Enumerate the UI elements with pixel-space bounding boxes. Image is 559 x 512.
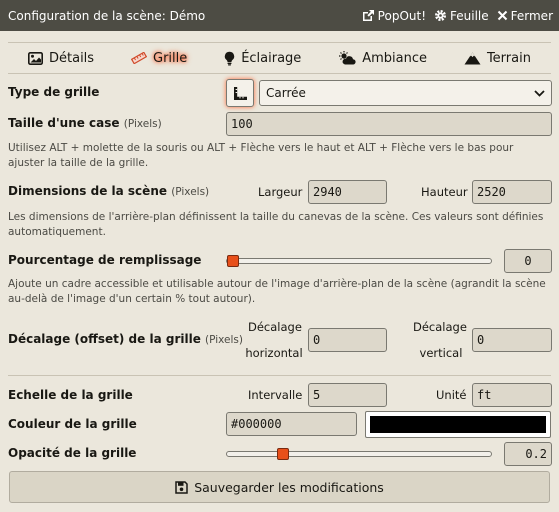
unit-label: Unité xyxy=(436,388,467,402)
close-button[interactable]: Fermer xyxy=(497,9,553,23)
padding-hint: Ajoute un cadre accessible et utilisable… xyxy=(8,278,546,305)
popout-button[interactable]: PopOut! xyxy=(362,9,426,23)
tab-details-label: Détails xyxy=(49,50,95,66)
padding-slider-track[interactable] xyxy=(226,258,492,264)
opacity-value: 0.2 xyxy=(504,442,552,466)
offset-units: (Pixels) xyxy=(205,334,243,346)
save-label: Sauvegarder les modifications xyxy=(194,479,384,495)
offset-v-label-1: Décalage xyxy=(413,320,467,334)
interval-label: Intervalle xyxy=(248,388,303,402)
gear-icon xyxy=(435,10,447,21)
chevron-down-icon xyxy=(534,89,545,97)
mountain-icon xyxy=(464,52,481,64)
ruler-combined-icon xyxy=(233,86,247,100)
ruler-icon xyxy=(131,52,147,64)
offset-h-label-2: horizontal xyxy=(245,346,303,360)
tab-details[interactable]: Détails xyxy=(28,51,94,66)
grid-type-value: Carrée xyxy=(266,86,306,100)
tab-terrain-label: Terrain xyxy=(486,50,531,66)
tab-grid[interactable]: Grille xyxy=(131,51,187,66)
tab-bar: Détails Grille Éclairage Ambiance Terrai… xyxy=(8,42,551,74)
close-label: Fermer xyxy=(510,8,553,23)
offset-x-input[interactable]: 0 xyxy=(308,328,387,352)
opacity-slider-track[interactable] xyxy=(226,451,492,457)
offset-v-label-2: vertical xyxy=(419,346,463,360)
tab-ambience-label: Ambiance xyxy=(362,50,428,66)
grid-color-input[interactable]: #000000 xyxy=(226,412,357,436)
cloud-sun-icon xyxy=(339,51,356,65)
save-button[interactable]: Sauvegarder les modifications xyxy=(9,471,550,503)
height-label: Hauteur xyxy=(421,185,468,199)
close-icon xyxy=(497,10,507,21)
grid-color-label: Couleur de la grille xyxy=(8,417,137,431)
dimensions-units: (Pixels) xyxy=(171,186,210,198)
grid-type-select[interactable]: Carrée xyxy=(259,80,552,106)
offset-h-label-1: Décalage xyxy=(248,320,302,334)
tab-ambience[interactable]: Ambiance xyxy=(338,51,427,66)
measure-grid-button[interactable] xyxy=(226,79,254,107)
interval-input[interactable]: 5 xyxy=(308,383,387,407)
padding-label: Pourcentage de remplissage xyxy=(8,253,202,267)
lightbulb-icon xyxy=(225,51,235,65)
width-input[interactable]: 2940 xyxy=(308,180,387,204)
tab-lighting-label: Éclairage xyxy=(241,50,302,66)
popout-label: PopOut! xyxy=(377,8,427,23)
offset-label-text: Décalage (offset) de la grille xyxy=(8,332,201,346)
scene-config-window: Configuration de la scène: Démo PopOut! … xyxy=(0,0,559,512)
grid-size-input[interactable]: 100 xyxy=(226,112,552,136)
external-link-icon xyxy=(362,10,374,21)
offset-y-input[interactable]: 0 xyxy=(472,328,552,352)
window-header[interactable]: Configuration de la scène: Démo PopOut! … xyxy=(0,0,559,31)
image-icon xyxy=(28,51,43,65)
save-icon xyxy=(175,480,188,494)
tab-lighting[interactable]: Éclairage xyxy=(224,51,301,66)
height-input[interactable]: 2520 xyxy=(472,180,552,204)
padding-value: 0 xyxy=(504,249,552,273)
grid-size-units: (Pixels) xyxy=(123,118,162,130)
tab-grid-label: Grille xyxy=(153,50,188,66)
sheet-button[interactable]: Feuille xyxy=(434,9,489,23)
grid-color-swatch-fill xyxy=(370,416,546,433)
unit-input[interactable]: ft xyxy=(472,383,552,407)
width-label: Largeur xyxy=(258,185,303,199)
section-divider xyxy=(8,375,551,376)
grid-type-label: Type de grille xyxy=(8,85,100,99)
grid-size-hint: Utilisez ALT + molette de la souris ou A… xyxy=(8,142,514,169)
dimensions-label: Dimensions de la scène (Pixels) xyxy=(8,184,209,198)
grid-size-label-text: Taille d'une case xyxy=(8,116,120,130)
dimensions-hint: Les dimensions de l'arrière-plan définis… xyxy=(8,211,544,238)
offset-label: Décalage (offset) de la grille (Pixels) xyxy=(8,332,243,346)
grid-opacity-label: Opacité de la grille xyxy=(8,446,137,460)
padding-slider-thumb[interactable] xyxy=(227,255,239,267)
tab-terrain[interactable]: Terrain xyxy=(464,51,531,66)
grid-size-label: Taille d'une case (Pixels) xyxy=(8,116,162,130)
window-title: Configuration de la scène: Démo xyxy=(8,8,206,23)
grid-scale-label: Echelle de la grille xyxy=(8,388,133,402)
dimensions-label-text: Dimensions de la scène xyxy=(8,184,167,198)
grid-color-swatch[interactable] xyxy=(365,411,551,438)
sheet-label: Feuille xyxy=(450,8,489,23)
opacity-slider-thumb[interactable] xyxy=(277,448,290,460)
